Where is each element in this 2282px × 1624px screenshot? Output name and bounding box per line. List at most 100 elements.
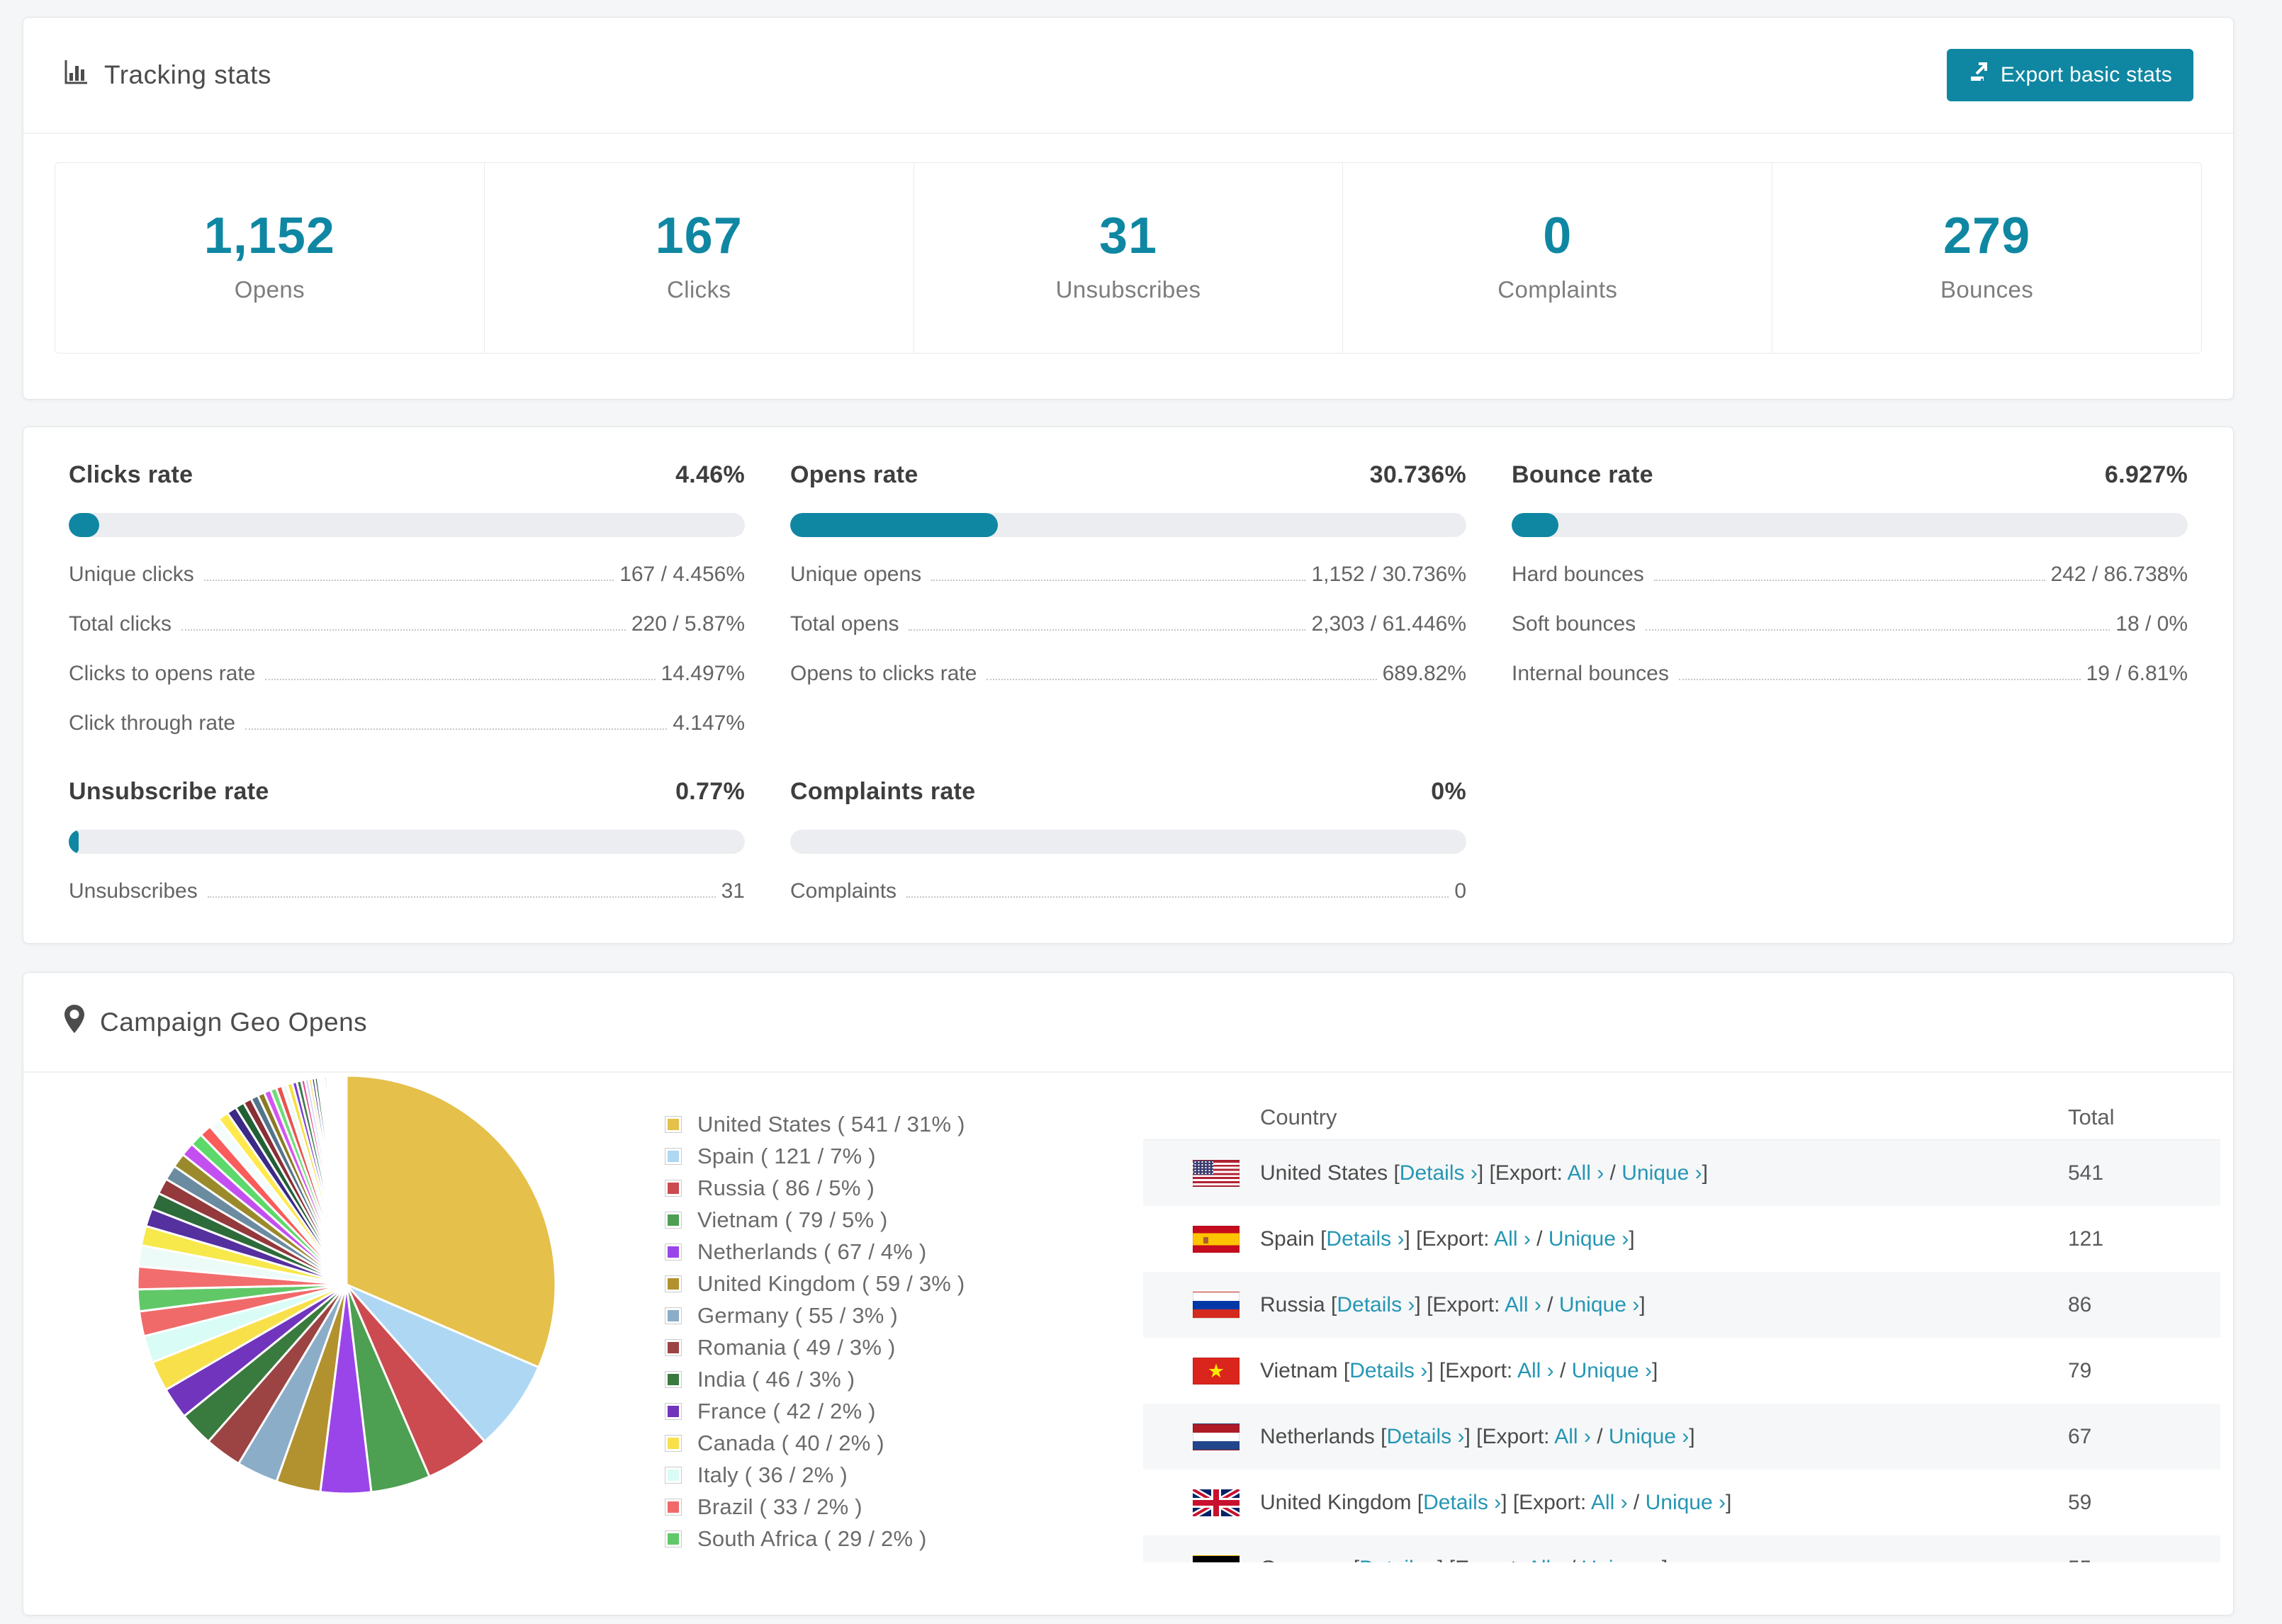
export-prefix: ] [Export:: [1404, 1227, 1495, 1251]
dotted-leader: [1653, 580, 2045, 581]
country-cell: United Kingdom [Details ›] [Export: All …: [1260, 1491, 1731, 1515]
total-cell: 121: [2068, 1227, 2104, 1251]
legend-label: India ( 46 / 3% ): [697, 1367, 855, 1392]
rate-detail-label: Internal bounces: [1512, 662, 1669, 685]
link-separator: /: [1627, 1490, 1646, 1514]
rate-detail-label: Unique clicks: [69, 563, 194, 586]
rate-detail-label: Total opens: [790, 612, 899, 636]
rate-detail-value: 31: [721, 879, 745, 903]
dotted-leader: [203, 580, 614, 581]
stats-summary-row: 1,152 Opens 167 Clicks 31 Unsubscribes 0 Compla…: [55, 162, 2202, 354]
country-cell: Vietnam [Details ›] [Export: All › / Uni…: [1260, 1359, 1658, 1383]
country-cell: Russia [Details ›] [Export: All › / Uniq…: [1260, 1293, 1646, 1317]
rate-value: 30.736%: [1369, 461, 1466, 488]
total-cell: 55: [2068, 1557, 2091, 1563]
details-link[interactable]: Details ›: [1423, 1491, 1501, 1514]
flag-nl: [1193, 1423, 1240, 1450]
country-name: Russia [: [1260, 1292, 1337, 1316]
legend-swatch: [665, 1116, 682, 1133]
stat-cell-bounces: 279 Bounces: [1772, 162, 2202, 354]
bracket-close: ]: [1726, 1490, 1732, 1514]
total-column-header: Total: [2068, 1104, 2115, 1129]
dotted-leader: [245, 728, 668, 730]
details-link[interactable]: Details ›: [1326, 1227, 1404, 1251]
legend-label: Netherlands ( 67 / 4% ): [697, 1239, 927, 1264]
rate-value: 0%: [1431, 778, 1466, 805]
export-unique-link[interactable]: Unique ›: [1559, 1293, 1639, 1316]
legend-item-vietnam: Vietnam ( 79 / 5% ): [665, 1207, 965, 1233]
table-row-spain: Spain [Details ›] [Export: All › / Uniqu…: [1143, 1206, 2220, 1272]
legend-swatch: [665, 1339, 682, 1356]
export-all-link[interactable]: All ›: [1527, 1557, 1564, 1563]
country-cell: Spain [Details ›] [Export: All › / Uniqu…: [1260, 1227, 1635, 1251]
export-unique-link[interactable]: Unique ›: [1582, 1557, 1662, 1563]
rate-detail-row: Complaints 0: [790, 879, 1466, 903]
rate-progress-bar: [69, 830, 745, 854]
rate-block-complaints-rate: Complaints rate 0% Complaints 0: [790, 778, 1466, 903]
export-prefix: ] [Export:: [1477, 1161, 1568, 1185]
link-separator: /: [1590, 1424, 1609, 1448]
details-link[interactable]: Details ›: [1349, 1359, 1427, 1382]
export-prefix: ] [Export:: [1501, 1490, 1591, 1514]
flag-ru: [1193, 1291, 1240, 1319]
rate-block-bounce-rate: Bounce rate 6.927% Hard bounces 242 / 86.73…: [1512, 461, 2188, 735]
legend-swatch: [665, 1180, 682, 1197]
export-unique-link[interactable]: Unique ›: [1548, 1227, 1629, 1251]
header-divider: [23, 132, 2233, 134]
rate-value: 6.927%: [2104, 461, 2188, 488]
legend-swatch: [665, 1275, 682, 1292]
rate-detail-label: Clicks to opens rate: [69, 662, 256, 685]
bar-chart-icon: [63, 59, 90, 92]
export-all-link[interactable]: All ›: [1505, 1293, 1541, 1316]
export-prefix: ] [Export:: [1464, 1424, 1555, 1448]
details-link[interactable]: Details ›: [1337, 1293, 1415, 1316]
export-unique-link[interactable]: Unique ›: [1609, 1425, 1689, 1448]
rate-detail-label: Unsubscribes: [69, 879, 198, 903]
legend-swatch: [665, 1499, 682, 1516]
total-cell: 86: [2068, 1292, 2092, 1316]
legend-label: South Africa ( 29 / 2% ): [697, 1526, 927, 1551]
details-link[interactable]: Details ›: [1386, 1425, 1464, 1448]
rate-detail-value: 0: [1454, 879, 1466, 903]
export-all-link[interactable]: All ›: [1494, 1227, 1531, 1251]
link-separator: /: [1553, 1358, 1572, 1382]
legend-swatch: [665, 1371, 682, 1388]
rate-detail-value: 242 / 86.738%: [2050, 563, 2188, 586]
bracket-close: ]: [1702, 1161, 1708, 1185]
link-separator: /: [1563, 1557, 1581, 1563]
export-unique-link[interactable]: Unique ›: [1572, 1359, 1652, 1382]
legend-item-france: France ( 42 / 2% ): [665, 1399, 965, 1424]
tracking-stats-title-text: Tracking stats: [104, 60, 271, 89]
total-cell: 79: [2068, 1358, 2092, 1382]
details-link[interactable]: Details ›: [1359, 1557, 1437, 1563]
table-row-united-kingdom: United Kingdom [Details ›] [Export: All …: [1143, 1470, 2220, 1535]
rate-block-clicks-rate: Clicks rate 4.46% Unique clicks 167 / 4.456…: [69, 461, 745, 735]
flag-es: [1193, 1225, 1240, 1253]
legend-item-united-kingdom: United Kingdom ( 59 / 3% ): [665, 1271, 965, 1297]
bracket-close: ]: [1689, 1424, 1695, 1448]
legend-swatch: [665, 1403, 682, 1420]
export-unique-link[interactable]: Unique ›: [1646, 1491, 1726, 1514]
rate-progress-bar: [790, 513, 1466, 537]
rate-title: Opens rate: [790, 461, 918, 488]
export-basic-stats-button[interactable]: Export basic stats: [1946, 49, 2193, 101]
rate-detail-value: 18 / 0%: [2115, 612, 2188, 636]
rate-detail-row: Click through rate 4.147%: [69, 711, 745, 735]
rate-detail-row: Opens to clicks rate 689.82%: [790, 662, 1466, 686]
details-link[interactable]: Details ›: [1400, 1161, 1478, 1185]
export-all-link[interactable]: All ›: [1591, 1491, 1628, 1514]
dotted-leader: [909, 629, 1306, 631]
tracking-stats-card: Tracking stats Export basic stats 1,152 O…: [23, 17, 2234, 400]
rate-block-unsubscribe-rate: Unsubscribe rate 0.77% Unsubscribes 31: [69, 778, 745, 903]
stat-cell-complaints: 0 Complaints: [1342, 162, 1773, 354]
bracket-close: ]: [1639, 1292, 1646, 1316]
export-all-link[interactable]: All ›: [1568, 1161, 1604, 1185]
geo-pie-legend: United States ( 541 / 31% ) Spain ( 121 /…: [665, 1112, 965, 1558]
legend-label: France ( 42 / 2% ): [697, 1399, 876, 1423]
export-all-link[interactable]: All ›: [1517, 1359, 1554, 1382]
export-all-link[interactable]: All ›: [1554, 1425, 1591, 1448]
country-name: United States [: [1260, 1161, 1400, 1185]
legend-item-south-africa: South Africa ( 29 / 2% ): [665, 1526, 965, 1552]
export-unique-link[interactable]: Unique ›: [1621, 1161, 1702, 1185]
geo-table-header: Country Total: [1143, 1095, 2220, 1140]
